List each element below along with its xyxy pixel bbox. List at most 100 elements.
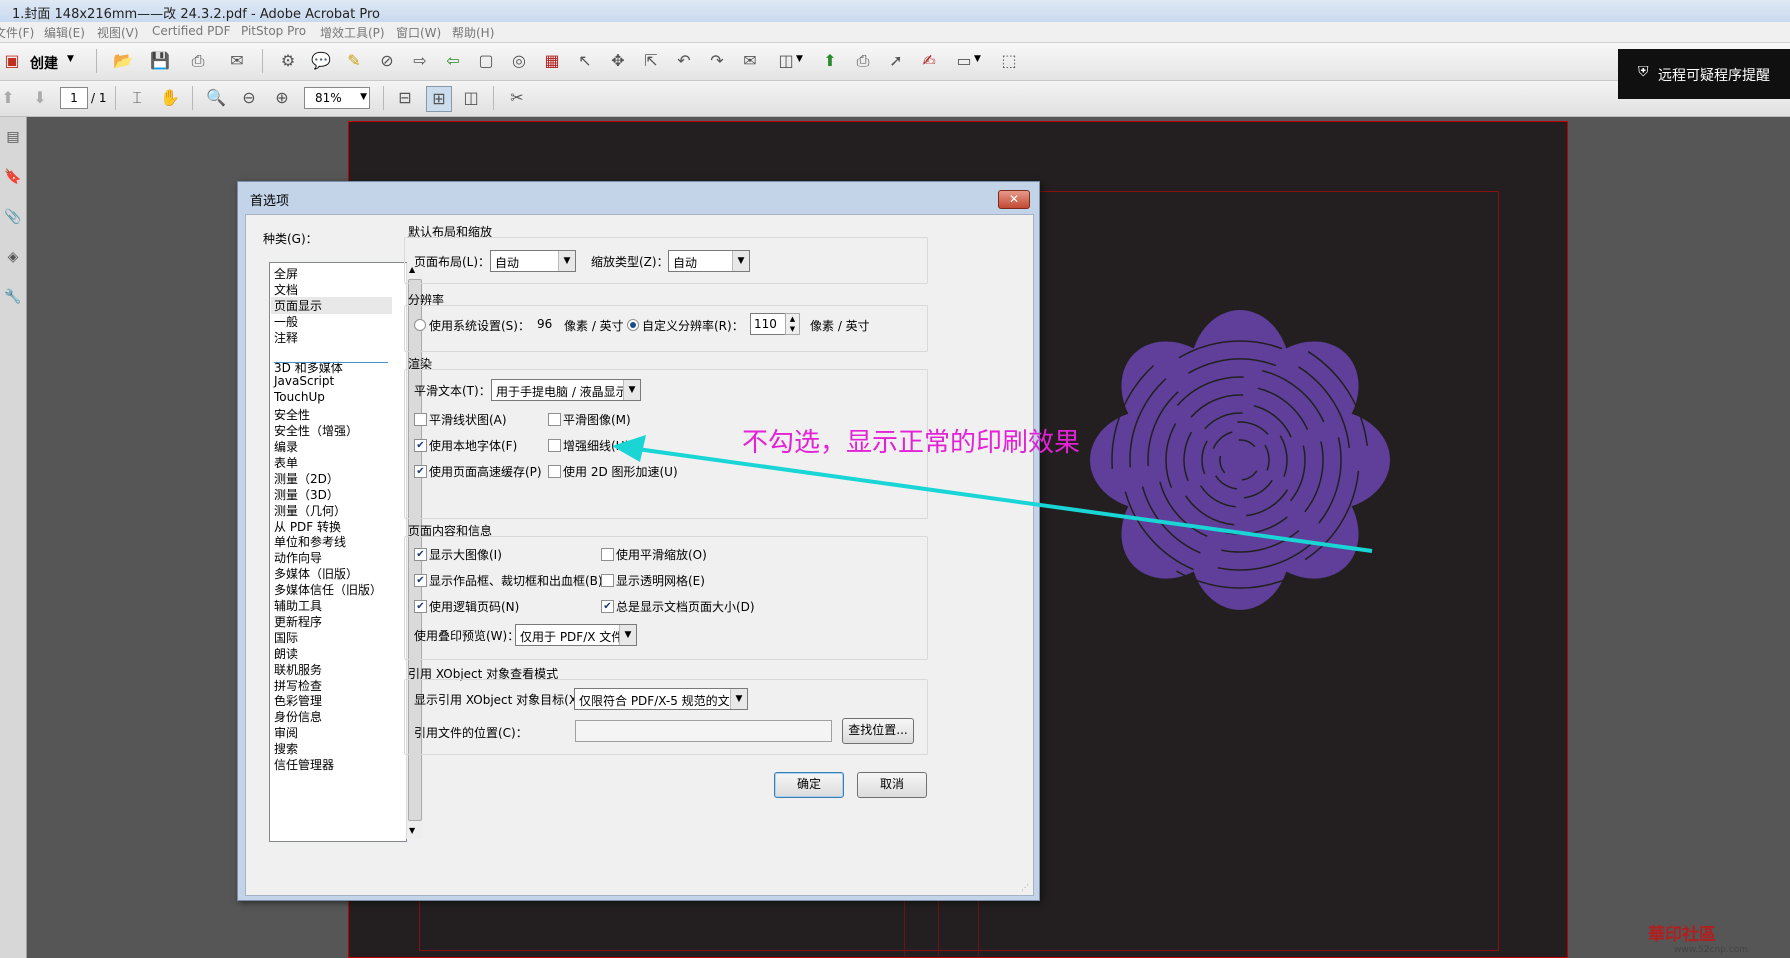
category-item[interactable]: 国际	[274, 629, 298, 646]
checkbox-label[interactable]: 增强细线(H)	[563, 437, 629, 454]
output-preview-icon[interactable]: ▦	[540, 49, 564, 73]
checkbox[interactable]	[601, 548, 614, 561]
fit-width-icon[interactable]: ⊟	[393, 86, 417, 110]
undo-icon[interactable]: ↶	[672, 49, 696, 73]
custom-resolution-radio[interactable]	[627, 319, 639, 331]
create-button[interactable]: 创建	[30, 53, 58, 73]
category-item[interactable]: 测量（2D）	[274, 470, 339, 487]
resize-grip-icon[interactable]: ⋰	[1021, 883, 1029, 892]
menu-help[interactable]: 帮助(H)	[452, 24, 494, 41]
scissors-icon[interactable]: ✂	[505, 86, 529, 110]
category-item[interactable]: 色彩管理	[274, 692, 322, 709]
ok-button[interactable]: 确定	[774, 772, 844, 798]
category-item[interactable]: 安全性	[274, 406, 310, 423]
fit-page-icon[interactable]: ⊞	[426, 86, 452, 112]
previous-page-icon[interactable]: ⬆	[0, 86, 20, 110]
category-item[interactable]: 拼写检查	[274, 677, 322, 694]
checkbox-label[interactable]: 使用 2D 图形加速(U)	[563, 463, 678, 480]
save-icon[interactable]: 💾	[148, 49, 172, 73]
scroll-down-icon[interactable]: ▼	[409, 826, 415, 835]
category-item[interactable]: 表单	[274, 454, 298, 471]
highlight-icon[interactable]: ✎	[342, 49, 366, 73]
upload-icon[interactable]: ⬆	[818, 49, 842, 73]
category-item[interactable]: 安全性（增强）	[274, 422, 358, 439]
close-button[interactable]: ✕	[998, 190, 1030, 209]
email-icon[interactable]: ✉	[225, 49, 249, 73]
zoom-in-icon[interactable]: ⊕	[270, 86, 294, 110]
checkbox[interactable]	[601, 574, 614, 587]
resolution-spinner[interactable]: ▲ ▼	[785, 313, 800, 335]
two-page-icon[interactable]: ◫	[459, 86, 483, 110]
gear-icon[interactable]: ⚙	[276, 49, 300, 73]
chevron-down-icon[interactable]: ▼	[974, 54, 981, 64]
redo-icon[interactable]: ↷	[705, 49, 729, 73]
menu-edit[interactable]: 编辑(E)	[44, 24, 85, 41]
comment-icon[interactable]: 💬	[309, 49, 333, 73]
export-icon[interactable]: ⇨	[408, 49, 432, 73]
checkbox-label[interactable]: 显示作品框、裁切框和出血框(B)	[429, 572, 603, 589]
category-item[interactable]: 测量（几何）	[274, 502, 346, 519]
cancel-button[interactable]: 取消	[857, 772, 927, 798]
create-dropdown-icon[interactable]: ▼	[67, 54, 74, 64]
checkbox-label[interactable]: 平滑线状图(A)	[429, 411, 507, 428]
checkbox[interactable]: ✔	[414, 548, 427, 561]
category-item[interactable]: 一般	[274, 313, 298, 330]
frame-icon[interactable]: ◫	[774, 49, 798, 73]
checkbox[interactable]	[548, 465, 561, 478]
page-number-input[interactable]: 1	[60, 87, 88, 109]
hand-tool-icon[interactable]: ✋	[158, 86, 182, 110]
category-item[interactable]: 注释	[274, 329, 298, 346]
browse-button[interactable]: 查找位置...	[842, 718, 914, 744]
zoom-out-icon[interactable]: ⊖	[237, 86, 261, 110]
checkbox[interactable]: ✔	[414, 465, 427, 478]
menu-pitstop[interactable]: PitStop Pro	[241, 24, 306, 38]
marquee-icon[interactable]: ⬚	[997, 49, 1021, 73]
stamp-icon[interactable]: ◎	[507, 49, 531, 73]
page-layout-select[interactable]: 自动 ▼	[490, 250, 576, 272]
checkbox[interactable]: ✔	[414, 600, 427, 613]
checkbox-label[interactable]: 使用本地字体(F)	[429, 437, 517, 454]
attachment-icon[interactable]: 📎	[1, 205, 25, 229]
category-item[interactable]: 信任管理器	[274, 756, 334, 773]
chevron-down-icon[interactable]: ▼	[796, 54, 803, 64]
category-item[interactable]: 多媒体信任（旧版）	[274, 581, 382, 598]
category-item[interactable]: 从 PDF 转换	[274, 518, 341, 535]
import-icon[interactable]: ⇦	[441, 49, 465, 73]
select-area-icon[interactable]: ⇱	[639, 49, 663, 73]
layers-icon[interactable]: ◈	[1, 245, 25, 269]
category-item[interactable]: 辅助工具	[274, 597, 322, 614]
category-item[interactable]: 更新程序	[274, 613, 322, 630]
menu-certified-pdf[interactable]: Certified PDF	[152, 24, 231, 38]
menu-plugins[interactable]: 增效工具(P)	[320, 24, 385, 41]
custom-resolution-input[interactable]: 110	[750, 313, 786, 335]
checkbox[interactable]: ✔	[601, 600, 614, 613]
overprint-select[interactable]: 仅用于 PDF/X 文件 ▼	[515, 624, 637, 646]
category-item[interactable]: 编录	[274, 438, 298, 455]
category-item[interactable]: 多媒体（旧版）	[274, 565, 358, 582]
checkbox[interactable]: ✔	[414, 439, 427, 452]
smooth-text-select[interactable]: 用于手提电脑 / 液晶显示屏 ▼	[491, 379, 641, 401]
zoom-type-select[interactable]: 自动 ▼	[668, 250, 750, 272]
checkbox-label[interactable]: 使用页面高速缓存(P)	[429, 463, 542, 480]
remove-icon[interactable]: ⊘	[375, 49, 399, 73]
open-folder-icon[interactable]: 📂	[111, 49, 135, 73]
checkbox[interactable]	[548, 413, 561, 426]
pages-icon[interactable]: ▤	[1, 125, 25, 149]
edit-icon[interactable]: ✍	[917, 49, 941, 73]
category-item[interactable]: 联机服务	[274, 661, 322, 678]
bookmark-icon[interactable]: 🔖	[1, 165, 25, 189]
menu-view[interactable]: 视图(V)	[97, 24, 139, 41]
tools-icon[interactable]: 🔧	[1, 285, 25, 309]
printer-icon[interactable]: ⎙	[851, 49, 875, 73]
category-item-selected[interactable]: 页面显示	[271, 296, 392, 314]
category-item[interactable]: 朗读	[274, 645, 298, 662]
select-tool-icon[interactable]: ⌶	[125, 86, 149, 110]
next-page-icon[interactable]: ⬇	[28, 86, 52, 110]
category-item[interactable]: 搜索	[274, 740, 298, 757]
notification-toast[interactable]: ⛨ 远程可疑程序提醒	[1618, 49, 1790, 99]
checkbox[interactable]: ✔	[414, 574, 427, 587]
category-item[interactable]: JavaScript	[274, 374, 334, 388]
move-icon[interactable]: ✥	[606, 49, 630, 73]
print-icon[interactable]: ⎙	[186, 49, 210, 73]
create-icon[interactable]: ▣	[0, 49, 24, 73]
